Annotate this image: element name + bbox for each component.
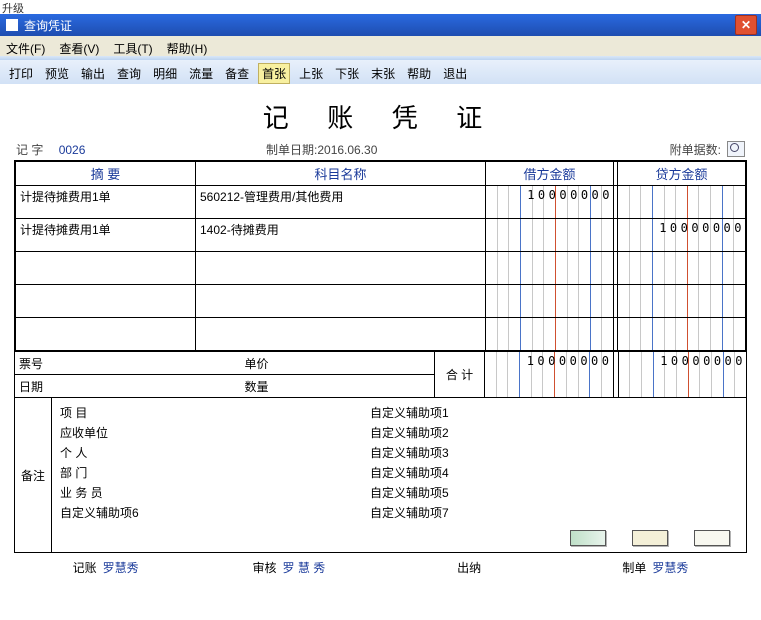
book-label: 记账 — [73, 559, 97, 576]
mid-date-label: 日期 — [15, 378, 79, 395]
toolbar-首张[interactable]: 首张 — [258, 63, 290, 84]
cell-subject — [196, 318, 486, 351]
remark-row: 自定义辅助项6自定义辅助项7 — [60, 502, 738, 522]
cell-debit — [486, 252, 614, 285]
cell-summary — [16, 285, 196, 318]
magnify-button[interactable] — [727, 141, 745, 157]
remark-row: 个 人自定义辅助项3 — [60, 442, 738, 462]
audit-label: 审核 — [253, 559, 277, 576]
status-icon-2[interactable] — [632, 530, 668, 546]
toolbar-上张[interactable]: 上张 — [296, 64, 326, 83]
toolbar-流量[interactable]: 流量 — [186, 64, 216, 83]
col-summary: 摘 要 — [16, 162, 196, 186]
toolbar-帮助[interactable]: 帮助 — [404, 64, 434, 83]
signatures: 记账罗慧秀 审核罗 慧 秀 出纳 制单罗慧秀 — [14, 559, 747, 576]
menu-file[interactable]: 文件(F) — [6, 40, 45, 57]
table-row[interactable] — [16, 318, 746, 351]
cell-subject — [196, 252, 486, 285]
remarks-label: 备注 — [15, 398, 52, 552]
table-row[interactable] — [16, 285, 746, 318]
toolbar-备查[interactable]: 备查 — [222, 64, 252, 83]
table-row[interactable]: 计提待摊费用1单1402-待摊费用 10000000 — [16, 219, 746, 252]
doc-title: 记 账 凭 证 — [0, 98, 761, 135]
table-row[interactable] — [16, 252, 746, 285]
app-icon — [6, 19, 18, 31]
remarks-section: 备注 项 目自定义辅助项1应收单位自定义辅助项2个 人自定义辅助项3部 门自定义… — [14, 398, 747, 553]
cell-credit — [618, 252, 746, 285]
total-label: 合 计 — [435, 352, 485, 397]
toolbar-下张[interactable]: 下张 — [332, 64, 362, 83]
col-debit: 借方金额 — [486, 162, 614, 186]
toolbar-查询[interactable]: 查询 — [114, 64, 144, 83]
cell-debit — [486, 318, 614, 351]
cell-debit — [486, 219, 614, 252]
toolbar-明细[interactable]: 明细 — [150, 64, 180, 83]
cell-summary: 计提待摊费用1单 — [16, 219, 196, 252]
close-button[interactable]: ✕ — [735, 15, 757, 35]
ticket-label: 票号 — [15, 355, 79, 372]
toolbar-末张[interactable]: 末张 — [368, 64, 398, 83]
book-name: 罗慧秀 — [103, 559, 139, 576]
attach-label: 附单据数: — [670, 143, 721, 157]
remark-row: 应收单位自定义辅助项2 — [60, 422, 738, 442]
date-label: 制单日期: — [266, 143, 317, 157]
remark-row: 业 务 员自定义辅助项5 — [60, 482, 738, 502]
cell-summary: 计提待摊费用1单 — [16, 186, 196, 219]
cell-subject: 560212-管理费用/其他费用 — [196, 186, 486, 219]
menu-tools[interactable]: 工具(T) — [113, 40, 152, 57]
ji-label: 记 字 — [16, 143, 43, 157]
cell-subject — [196, 285, 486, 318]
audit-name: 罗 慧 秀 — [283, 559, 326, 576]
col-credit: 贷方金额 — [618, 162, 746, 186]
col-subject: 科目名称 — [196, 162, 486, 186]
cell-credit: 10000000 — [618, 219, 746, 252]
cell-subject: 1402-待摊费用 — [196, 219, 486, 252]
titlebar: 查询凭证 ✕ — [0, 14, 761, 36]
remark-row: 部 门自定义辅助项4 — [60, 462, 738, 482]
status-icon-1[interactable] — [570, 530, 606, 546]
cell-debit — [486, 285, 614, 318]
voucher-no: 0026 — [59, 143, 86, 157]
table-row[interactable]: 计提待摊费用1单560212-管理费用/其他费用10000000 — [16, 186, 746, 219]
cell-summary — [16, 252, 196, 285]
cell-credit — [618, 285, 746, 318]
cell-debit: 10000000 — [486, 186, 614, 219]
menu-help[interactable]: 帮助(H) — [167, 40, 208, 57]
cell-credit — [618, 186, 746, 219]
toolbar: 打印预览输出查询明细流量备查首张上张下张末张帮助退出 — [0, 60, 761, 87]
remark-row: 项 目自定义辅助项1 — [60, 402, 738, 422]
cell-summary — [16, 318, 196, 351]
date-value: 2016.06.30 — [317, 143, 377, 157]
totals-row: 票号单价 日期数量 合 计 10000000 10000000 — [14, 352, 747, 398]
toolbar-打印[interactable]: 打印 — [6, 64, 36, 83]
window-title: 查询凭证 — [24, 17, 72, 34]
toolbar-退出[interactable]: 退出 — [440, 64, 470, 83]
qty-label: 数量 — [79, 378, 434, 395]
toolbar-输出[interactable]: 输出 — [78, 64, 108, 83]
cashier-label: 出纳 — [457, 559, 481, 576]
voucher-grid: 摘 要 科目名称 借方金额 贷方金额 计提待摊费用1单560212-管理费用/其… — [14, 160, 747, 352]
maker-name: 罗慧秀 — [652, 559, 688, 576]
price-label: 单价 — [79, 355, 434, 372]
cell-credit — [618, 318, 746, 351]
maker-label: 制单 — [622, 559, 646, 576]
voucher-canvas: 记 账 凭 证 记 字 0026 制单日期:2016.06.30 附单据数: 摘… — [0, 84, 761, 620]
status-icon-3[interactable] — [694, 530, 730, 546]
toolbar-预览[interactable]: 预览 — [42, 64, 72, 83]
menu-view[interactable]: 查看(V) — [59, 40, 99, 57]
